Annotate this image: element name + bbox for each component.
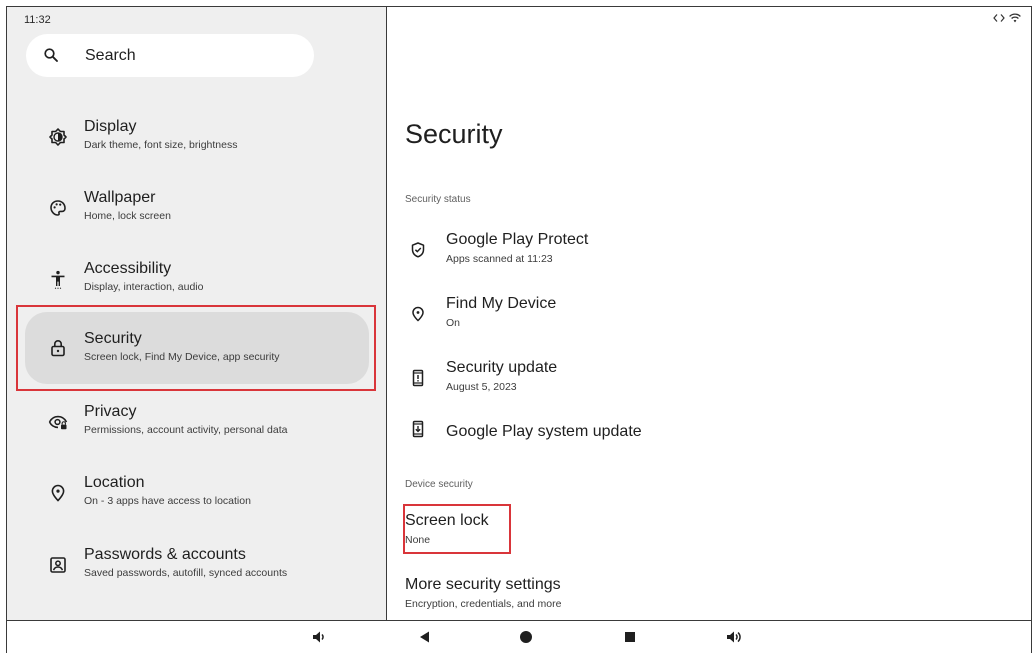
location-pin-icon [48, 483, 68, 503]
sidebar-item-title: Location [84, 474, 145, 491]
security-settings-page: Security Security status Google Play Pro… [388, 7, 1031, 620]
pref-title: Find My Device [446, 295, 557, 312]
pref-title: Screen lock [405, 512, 489, 529]
pref-google-play-protect[interactable]: Google Play Protect Apps scanned at 11:2… [405, 231, 1005, 287]
volume-up-icon[interactable] [726, 629, 742, 645]
sidebar-item-title: Passwords & accounts [84, 546, 246, 563]
privacy-eye-icon [48, 412, 68, 432]
sidebar-item-title: Security [84, 330, 142, 347]
sidebar-item-subtitle: On - 3 apps have access to location [84, 495, 251, 507]
search-bar[interactable]: Search [26, 34, 314, 77]
pref-find-my-device[interactable]: Find My Device On [405, 295, 1005, 351]
location-pin-icon [409, 305, 427, 323]
screen-frame: 11:32 Search Display Dark theme, font si… [6, 6, 1032, 620]
code-icon [993, 13, 1005, 23]
status-time: 11:32 [24, 14, 51, 26]
sidebar-item-title: Accessibility [84, 260, 172, 277]
system-nav-bar [6, 620, 1032, 653]
sidebar-item-accessibility[interactable]: Accessibility Display, interaction, audi… [25, 246, 369, 312]
palette-icon [48, 198, 68, 218]
pref-title: Google Play system update [446, 423, 642, 440]
wifi-icon [1009, 13, 1021, 23]
sidebar-item-subtitle: Dark theme, font size, brightness [84, 139, 238, 151]
phone-download-icon [409, 420, 427, 438]
sidebar-item-privacy[interactable]: Privacy Permissions, account activity, p… [25, 389, 369, 455]
home-icon[interactable] [518, 629, 534, 645]
page-title: Security [405, 119, 503, 149]
recents-icon[interactable] [622, 629, 638, 645]
volume-down-icon[interactable] [311, 629, 327, 645]
pref-subtitle: Apps scanned at 11:23 [446, 253, 553, 265]
account-box-icon [48, 555, 68, 575]
pref-more-security-settings[interactable]: More security settings Encryption, crede… [405, 576, 1005, 620]
pref-security-update[interactable]: Security update August 5, 2023 [405, 359, 1005, 415]
shield-check-icon [409, 241, 427, 259]
sidebar-item-subtitle: Screen lock, Find My Device, app securit… [84, 351, 280, 363]
sidebar-item-location[interactable]: Location On - 3 apps have access to loca… [25, 460, 369, 526]
sidebar-item-subtitle: Saved passwords, autofill, synced accoun… [84, 567, 288, 579]
sidebar-item-passwords-accounts[interactable]: Passwords & accounts Saved passwords, au… [25, 532, 369, 598]
sidebar-item-subtitle: Permissions, account activity, personal … [84, 424, 288, 436]
pref-subtitle: On [446, 317, 461, 329]
phone-alert-icon [409, 369, 427, 387]
section-header-device-security: Device security [405, 479, 473, 490]
sidebar-item-title: Privacy [84, 403, 137, 420]
sidebar-item-subtitle: Home, lock screen [84, 210, 171, 222]
pref-google-play-system-update[interactable]: Google Play system update [405, 420, 1005, 479]
pref-title: More security settings [405, 576, 561, 593]
pref-screen-lock[interactable]: Screen lock None [405, 512, 1005, 568]
pref-title: Google Play Protect [446, 231, 589, 248]
status-icons [993, 13, 1021, 23]
section-header-security-status: Security status [405, 194, 471, 205]
sidebar-item-title: Wallpaper [84, 189, 156, 206]
sidebar-item-subtitle: Display, interaction, audio [84, 281, 204, 293]
display-icon [48, 127, 68, 147]
search-label: Search [85, 47, 136, 64]
pref-subtitle: Encryption, credentials, and more [405, 598, 562, 610]
sidebar-item-security[interactable]: Security Screen lock, Find My Device, ap… [25, 312, 369, 384]
search-icon [43, 47, 59, 63]
pref-subtitle: August 5, 2023 [446, 381, 517, 393]
accessibility-icon [48, 269, 68, 289]
sidebar-item-wallpaper[interactable]: Wallpaper Home, lock screen [25, 175, 369, 241]
sidebar-item-display[interactable]: Display Dark theme, font size, brightnes… [25, 104, 369, 170]
settings-sidebar: 11:32 Search Display Dark theme, font si… [7, 7, 387, 620]
pref-subtitle: None [405, 534, 431, 546]
back-icon[interactable] [417, 629, 433, 645]
pref-title: Security update [446, 359, 558, 376]
sidebar-item-title: Display [84, 118, 137, 135]
lock-icon [48, 338, 68, 358]
